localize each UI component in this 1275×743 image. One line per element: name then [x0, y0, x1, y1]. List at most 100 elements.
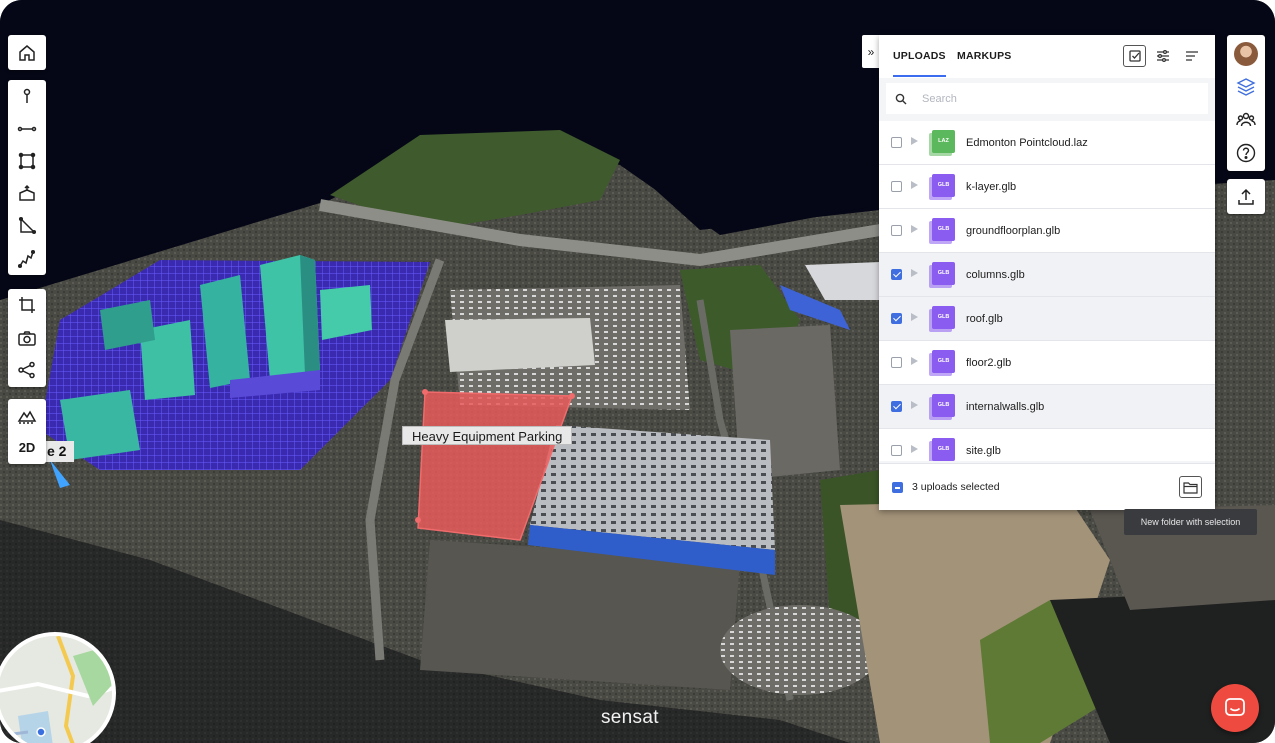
upload-toolbar-group [1227, 179, 1265, 214]
angle-icon [18, 217, 37, 235]
terrain-icon [17, 410, 37, 424]
file-type-icon: GLB [929, 350, 955, 376]
markup-vertex[interactable] [415, 517, 421, 523]
volume-icon [19, 184, 35, 201]
upload-checkbox[interactable] [891, 269, 902, 280]
help-icon [1236, 143, 1256, 162]
crop-button[interactable] [8, 289, 46, 322]
panel-tabs: UPLOADS MARKUPS [879, 35, 1215, 78]
line-measure-icon [17, 126, 37, 131]
upload-row[interactable]: GLB k-layer.glb [879, 165, 1215, 209]
file-type-icon: GLB [929, 262, 955, 288]
parking-lot [720, 605, 880, 695]
sort-button[interactable] [1180, 45, 1203, 67]
user-menu-button[interactable] [1227, 37, 1265, 70]
profile-button[interactable] [8, 243, 46, 276]
view-toolbar-group: 2D [8, 399, 46, 464]
share-button[interactable] [8, 354, 46, 387]
markup-label[interactable]: Heavy Equipment Parking [402, 426, 573, 445]
area-measure-button[interactable] [8, 145, 46, 178]
folder-icon [1183, 481, 1198, 494]
file-type-icon: GLB [929, 394, 955, 420]
selection-footer: 3 uploads selected [879, 463, 1215, 510]
file-name: groundfloorplan.glb [966, 225, 1061, 237]
expand-caret-icon[interactable] [911, 445, 918, 453]
file-name: floor2.glb [966, 357, 1012, 369]
search-icon [886, 93, 916, 105]
team-button[interactable] [1227, 103, 1265, 136]
upload-row[interactable]: GLB internalwalls.glb [879, 385, 1215, 429]
upload-row[interactable]: GLB roof.glb [879, 297, 1215, 341]
minimap-tiles [0, 636, 112, 743]
pin-icon [23, 89, 31, 104]
new-folder-button[interactable] [1179, 476, 1202, 498]
markup-vertex[interactable] [569, 393, 575, 399]
upload-row[interactable]: LAZ Edmonton Pointcloud.laz [879, 121, 1215, 165]
upload-row[interactable]: GLB groundfloorplan.glb [879, 209, 1215, 253]
area-measure-icon [18, 153, 36, 170]
layers-button[interactable] [1227, 70, 1265, 103]
upload-checkbox[interactable] [891, 313, 902, 324]
profile-icon [17, 249, 36, 268]
collapse-panel-button[interactable]: » [862, 35, 880, 68]
upload-button[interactable] [1227, 179, 1265, 214]
uploads-list: LAZ Edmonton Pointcloud.laz GLB k-layer.glb… [879, 121, 1215, 461]
support-chat-button[interactable] [1211, 684, 1259, 732]
sort-icon [1185, 51, 1198, 61]
checkbox-select-icon [1128, 50, 1141, 62]
filter-button[interactable] [1151, 45, 1174, 67]
markup-vertex[interactable] [422, 389, 428, 395]
help-button[interactable] [1227, 136, 1265, 169]
file-type-icon: GLB [929, 218, 955, 244]
upload-checkbox[interactable] [891, 225, 902, 236]
file-name: columns.glb [966, 269, 1025, 281]
file-name: k-layer.glb [966, 181, 1017, 193]
tab-markups[interactable]: MARKUPS [957, 35, 1012, 78]
expand-caret-icon[interactable] [911, 137, 918, 145]
search-input[interactable] [922, 92, 1182, 105]
file-type-icon: GLB [929, 306, 955, 332]
upload-checkbox[interactable] [891, 445, 902, 456]
view-mode-label: 2D [18, 440, 36, 456]
file-name: roof.glb [966, 313, 1003, 325]
file-type-icon: GLB [929, 174, 955, 200]
select-mode-button[interactable] [1123, 45, 1146, 67]
angle-button[interactable] [8, 210, 46, 243]
brand-logo: sensat [601, 707, 659, 728]
avatar [1234, 41, 1258, 66]
home-button[interactable] [8, 35, 46, 70]
file-type-icon: GLB [929, 438, 955, 461]
double-chevron-right-icon: » [867, 44, 875, 59]
selection-count: 3 uploads selected [912, 481, 1000, 493]
tab-uploads[interactable]: UPLOADS [893, 35, 946, 78]
upload-checkbox[interactable] [891, 357, 902, 368]
pin-button[interactable] [8, 80, 46, 113]
select-all-checkbox[interactable] [892, 482, 903, 493]
home-icon [19, 44, 35, 61]
expand-caret-icon[interactable] [911, 269, 918, 277]
upload-checkbox[interactable] [891, 401, 902, 412]
layers-icon [1236, 77, 1256, 96]
volume-button[interactable] [8, 178, 46, 211]
upload-row[interactable]: GLB site.glb [879, 429, 1215, 461]
view-mode-toggle[interactable]: 2D [8, 432, 46, 465]
line-measure-button[interactable] [8, 113, 46, 146]
search-bar [886, 83, 1208, 114]
expand-caret-icon[interactable] [911, 401, 918, 409]
layers-panel: UPLOADS MARKUPS LAZ Edmonton Pointcloud.l… [879, 35, 1215, 510]
upload-row[interactable]: GLB columns.glb [879, 253, 1215, 297]
expand-caret-icon[interactable] [911, 181, 918, 189]
crop-icon [19, 297, 35, 314]
app-frame: Heavy Equipment Parking e 2 sensat 2D » … [0, 0, 1275, 743]
upload-checkbox[interactable] [891, 137, 902, 148]
expand-caret-icon[interactable] [911, 225, 918, 233]
camera-button[interactable] [8, 322, 46, 355]
expand-caret-icon[interactable] [911, 357, 918, 365]
sliders-icon [1156, 50, 1169, 63]
expand-caret-icon[interactable] [911, 313, 918, 321]
terrain-button[interactable] [8, 399, 46, 432]
upload-row[interactable]: GLB floor2.glb [879, 341, 1215, 385]
file-type-icon: LAZ [929, 130, 955, 156]
new-folder-tooltip: New folder with selection [1124, 509, 1257, 535]
upload-checkbox[interactable] [891, 181, 902, 192]
